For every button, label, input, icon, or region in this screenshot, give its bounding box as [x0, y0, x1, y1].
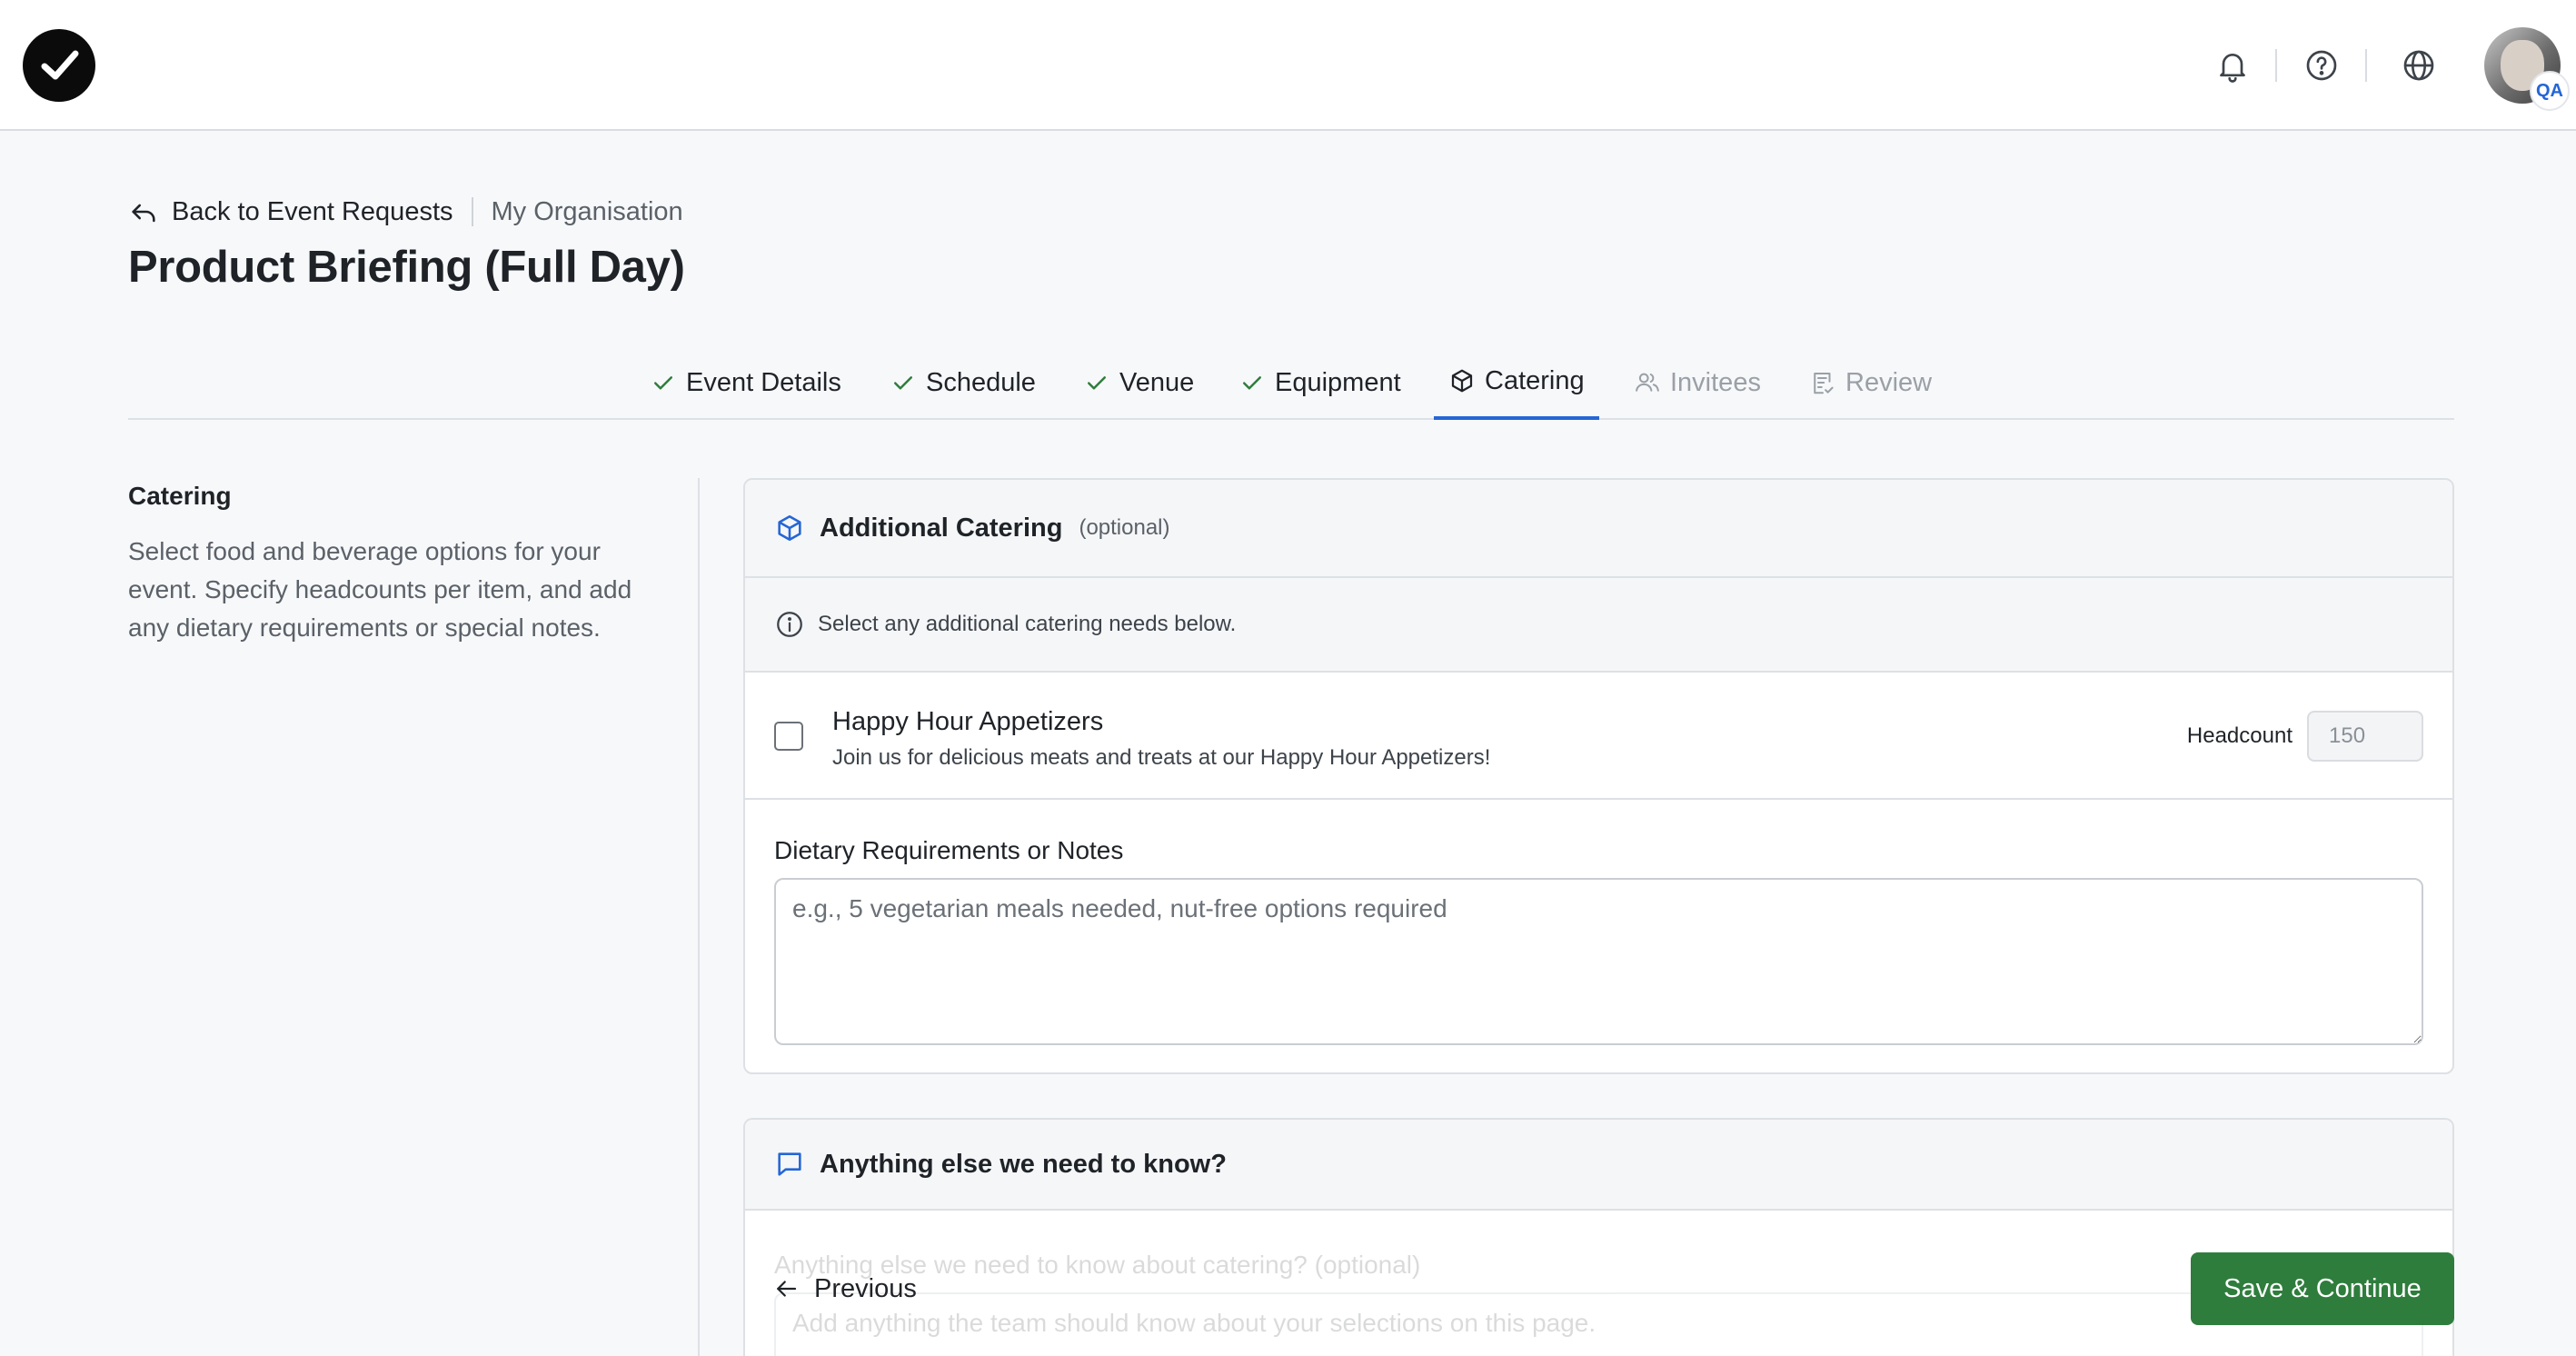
step-tabs: Event Details Schedule Venue Equipment C…	[128, 345, 2454, 420]
info-icon	[777, 612, 802, 637]
tab-label: Equipment	[1275, 367, 1401, 397]
user-avatar[interactable]: QA	[2484, 27, 2570, 111]
tab-label: Venue	[1119, 367, 1195, 397]
breadcrumb: Back to Event Requests My Organisation	[128, 193, 683, 231]
help-circle-icon[interactable]	[2302, 45, 2342, 85]
globe-icon[interactable]	[2399, 45, 2439, 85]
top-navigation-bar: QA	[0, 0, 2576, 131]
header-divider	[2365, 49, 2367, 82]
arrow-left-icon	[777, 1281, 797, 1297]
card-header: Additional Catering (optional)	[745, 480, 2452, 578]
notes-section: Dietary Requirements or Notes	[745, 800, 2452, 1072]
optional-tag: (optional)	[1079, 515, 1170, 540]
headcount-input[interactable]	[2307, 711, 2423, 762]
anything-else-input[interactable]: Add anything the team should know about …	[774, 1292, 2423, 1356]
tab-equipment[interactable]: Equipment	[1238, 345, 1401, 420]
tab-label: Invitees	[1670, 367, 1761, 397]
tab-schedule[interactable]: Schedule	[890, 345, 1036, 420]
check-icon	[1243, 376, 1261, 390]
bell-icon[interactable]	[2213, 45, 2253, 85]
tab-label: Review	[1845, 367, 1933, 397]
box-icon	[778, 514, 801, 542]
tab-event-details[interactable]: Event Details	[650, 345, 841, 420]
tab-label: Schedule	[926, 367, 1036, 397]
notes-label: Dietary Requirements or Notes	[774, 836, 1124, 864]
item-name: Happy Hour Appetizers	[832, 707, 1104, 736]
box-icon	[1451, 369, 1473, 393]
clipboard-icon	[1814, 373, 1834, 394]
headcount-label: Headcount	[2186, 723, 2293, 748]
previous-button[interactable]: Previous	[772, 1263, 917, 1314]
item-checkbox[interactable]	[774, 722, 803, 751]
save-and-continue-button[interactable]: Save & Continue	[2191, 1252, 2454, 1325]
check-icon	[1088, 376, 1106, 390]
tab-label: Catering	[1485, 365, 1585, 395]
tab-invitees: Invitees	[1634, 345, 1761, 420]
tab-venue[interactable]: Venue	[1083, 345, 1194, 420]
check-icon	[654, 376, 672, 390]
tab-review: Review	[1809, 345, 1932, 420]
page-title: Product Briefing (Full Day)	[128, 243, 685, 292]
section-description: Select food and beverage options for you…	[128, 537, 632, 642]
users-icon	[1636, 373, 1659, 392]
catering-item-row: Happy Hour Appetizers Join us for delici…	[745, 673, 2452, 800]
breadcrumb-divider	[471, 197, 473, 226]
info-message: Select any additional catering needs bel…	[745, 578, 2452, 673]
organisation-name: My Organisation	[491, 196, 683, 226]
app-logo-icon[interactable]	[23, 29, 95, 102]
tab-label: Event Details	[686, 367, 841, 397]
avatar-badge: QA	[2530, 71, 2570, 111]
additional-catering-card: Additional Catering (optional) Select an…	[743, 478, 2454, 1074]
back-link-label: Back to Event Requests	[172, 196, 453, 226]
header-divider	[2275, 49, 2277, 82]
check-icon	[894, 376, 912, 390]
card-title: Additional Catering	[820, 513, 1063, 543]
info-text: Select any additional catering needs bel…	[818, 612, 1237, 636]
item-description: Join us for delicious meats and treats a…	[832, 745, 1491, 770]
back-arrow-icon	[132, 204, 155, 223]
tab-catering[interactable]: Catering	[1434, 345, 1599, 420]
chat-icon	[778, 1152, 801, 1176]
section-title: Catering	[128, 482, 232, 510]
back-to-event-requests-link[interactable]: Back to Event Requests	[128, 196, 453, 227]
card-title: Anything else we need to know?	[820, 1149, 1227, 1179]
previous-label: Previous	[814, 1273, 917, 1303]
card-header: Anything else we need to know?	[745, 1120, 2452, 1211]
vertical-divider	[698, 478, 700, 1356]
dietary-notes-textarea[interactable]	[774, 878, 2423, 1045]
